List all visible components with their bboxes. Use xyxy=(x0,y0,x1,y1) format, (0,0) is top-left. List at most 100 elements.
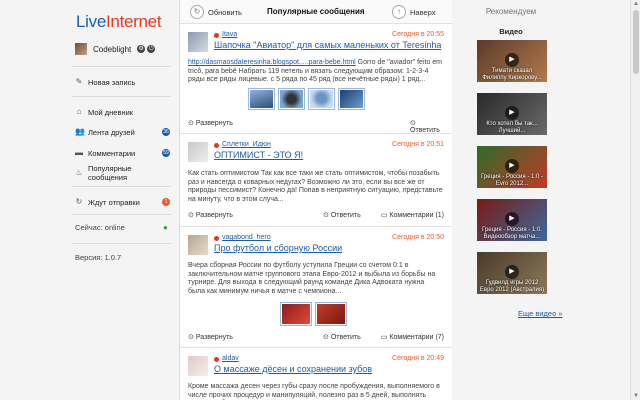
nav-comments-label: Комментарии xyxy=(88,148,136,158)
post-thumbnails xyxy=(280,302,347,326)
reply-button[interactable]: ⊙ Ответить xyxy=(410,119,444,134)
post-thumbnail[interactable] xyxy=(278,88,305,110)
post-time: Сегодня в 20:51 xyxy=(392,141,444,148)
online-status: Сейчас: online xyxy=(75,223,125,232)
post-thumbnail[interactable] xyxy=(315,302,347,326)
reply-button[interactable]: ⊙ Ответить xyxy=(323,211,361,219)
username[interactable]: Codeblight xyxy=(93,45,131,54)
video-caption: Греция - Россия - 1:0 - Evro 2012... xyxy=(481,174,543,187)
play-icon: ▶ xyxy=(505,106,519,120)
post-thumbnail[interactable] xyxy=(280,302,312,326)
user-icon xyxy=(214,33,219,38)
post-excerpt: Кроме массажа десен через губы сразу пос… xyxy=(188,383,440,399)
comments-count-badge: 59 xyxy=(162,149,170,157)
user-icon xyxy=(214,236,219,241)
video-thumbnail[interactable]: ▶ Гудвилд игры 2012 Евро 2012 (Австралия… xyxy=(477,252,547,294)
post-title[interactable]: Про футбол и сборную России xyxy=(214,243,342,253)
comments-label: Комментарии (7) xyxy=(389,334,444,341)
refresh-icon: ↻ xyxy=(190,5,204,19)
nav-comments[interactable]: ▬ Комментарии 59 xyxy=(75,147,172,159)
nav-pending[interactable]: ↻ Ждут отправки 1 xyxy=(75,196,172,208)
post-thumbnail[interactable] xyxy=(248,88,275,110)
post-thumbnail[interactable] xyxy=(338,88,365,110)
scroll-top-label: Наверх xyxy=(410,7,436,17)
post-excerpt: Вчера сборная России по футболу уступила… xyxy=(188,262,436,295)
expand-label: Развернуть xyxy=(195,334,233,341)
post-author[interactable]: Itava xyxy=(222,31,237,38)
comment-icon: ▬ xyxy=(75,148,83,157)
nav-my-diary[interactable]: ⌂ Мой дневник xyxy=(75,106,172,118)
power-icon[interactable]: ⏻ xyxy=(147,45,156,53)
post-author-avatar[interactable] xyxy=(188,142,208,162)
video-caption: Кто хотел бы так... Лучший... xyxy=(486,121,538,134)
liveinternet-logo[interactable]: LiveInternet xyxy=(76,12,162,32)
reply-button[interactable]: ⊙ Ответить xyxy=(323,333,361,341)
video-caption: Гудвилд игры 2012 Евро 2012 (Австралия) xyxy=(479,280,545,293)
post-author[interactable]: vagabond_hero xyxy=(222,234,271,241)
user-online-icon: ● xyxy=(163,223,168,232)
post-thumbnail[interactable] xyxy=(308,88,335,110)
comments-button[interactable]: ▭ Комментарии (7) xyxy=(381,333,444,341)
post-author-avatar[interactable] xyxy=(188,356,208,376)
feed-toolbar: ↻ Обновить Популярные сообщения ↑ Наверх xyxy=(180,0,452,24)
expand-button[interactable]: ⊙ Развернуть xyxy=(188,333,233,341)
divider xyxy=(72,214,171,215)
settings-icon[interactable]: ⚙ xyxy=(137,45,146,53)
home-icon: ⌂ xyxy=(76,107,82,116)
comments-label: Комментарии (1) xyxy=(389,212,444,219)
video-caption: Греция - Россия - 1:0. Видеообзор матча.… xyxy=(482,227,542,240)
scroll-down-icon[interactable]: ▼ xyxy=(632,392,640,400)
post-excerpt: Как стать оптимистом Так как все таки же… xyxy=(188,170,443,203)
video-caption: Тимати сказал Филиппу Киркорову... xyxy=(482,68,542,81)
play-icon: ▶ xyxy=(505,53,519,67)
expand-button[interactable]: ⊙ Развернуть xyxy=(188,119,233,127)
divider xyxy=(72,96,171,97)
expand-label: Развернуть xyxy=(195,120,233,127)
page-title: Популярные сообщения xyxy=(267,7,365,16)
nav-friends-feed[interactable]: 👥 Лента друзей 36 xyxy=(75,126,172,138)
scrollbar[interactable]: ▲ ▼ xyxy=(630,0,640,400)
post-excerpt: http://dasmaosdateresinha.blogspot.....p… xyxy=(188,59,443,85)
post-time: Сегодня в 20:50 xyxy=(392,234,444,241)
refresh-button[interactable]: ↻ Обновить xyxy=(190,4,242,20)
user-icon xyxy=(214,357,219,362)
post-author[interactable]: aldav xyxy=(222,355,239,362)
post-item: Itava Сегодня в 20:55 Шапочка "Авиатор" … xyxy=(180,25,452,134)
post-title[interactable]: ОПТИМИСТ - ЭТО Я! xyxy=(214,150,303,160)
video-thumbnail[interactable]: ▶ Кто хотел бы так... Лучший... xyxy=(477,93,547,135)
post-footer: ⊙ Развернуть ⊙ Ответить xyxy=(188,119,444,134)
post-time: Сегодня в 20:55 xyxy=(392,31,444,38)
scrollbar-thumb[interactable] xyxy=(633,10,639,74)
reply-label: Ответить xyxy=(330,212,361,219)
user-block: Codeblight ⚙ ⏻ xyxy=(75,42,156,56)
divider xyxy=(72,243,171,244)
main-feed: ↻ Обновить Популярные сообщения ↑ Наверх… xyxy=(180,0,452,400)
nav-pending-label: Ждут отправки xyxy=(88,197,140,207)
comments-button[interactable]: ▭ Комментарии (1) xyxy=(381,211,444,219)
post-author-avatar[interactable] xyxy=(188,32,208,52)
post-item: aldav Сегодня в 20:49 О массаже дёсен и … xyxy=(180,349,452,400)
nav-popular[interactable]: ♨ Популярные сообщения xyxy=(75,164,172,182)
post-author-avatar[interactable] xyxy=(188,235,208,255)
post-source-link[interactable]: http://dasmaosdateresinha.blogspot.....p… xyxy=(188,59,356,66)
video-thumbnail[interactable]: ▶ Греция - Россия - 1:0 - Evro 2012... xyxy=(477,146,547,188)
pencil-icon: ✎ xyxy=(75,77,83,86)
more-videos-link[interactable]: Еще видео » xyxy=(518,309,563,318)
post-time: Сегодня в 20:49 xyxy=(392,355,444,362)
divider xyxy=(72,66,171,67)
recommend-panel: Рекомендуем Видео ▶ Тимати сказал Филипп… xyxy=(452,0,640,400)
play-icon: ▶ xyxy=(505,159,519,173)
video-thumbnail[interactable]: ▶ Тимати сказал Филиппу Киркорову... xyxy=(477,40,547,82)
video-thumbnail[interactable]: ▶ Греция - Россия - 1:0. Видеообзор матч… xyxy=(477,199,547,241)
scroll-up-icon[interactable]: ▲ xyxy=(632,0,640,8)
scroll-top-button[interactable]: ↑ Наверх xyxy=(392,4,436,20)
expand-button[interactable]: ⊙ Развернуть xyxy=(188,211,233,219)
post-title[interactable]: О массаже дёсен и сохранении зубов xyxy=(214,364,372,374)
nav-new-post[interactable]: ✎ Новая запись xyxy=(75,76,172,88)
divider xyxy=(72,186,171,187)
people-icon: 👥 xyxy=(75,127,85,136)
post-author[interactable]: Сплетки_Идюн xyxy=(222,141,271,148)
refresh-icon: ↻ xyxy=(75,197,83,206)
post-title[interactable]: Шапочка "Авиатор" для самых маленьких от… xyxy=(214,40,441,50)
avatar[interactable] xyxy=(75,43,87,55)
